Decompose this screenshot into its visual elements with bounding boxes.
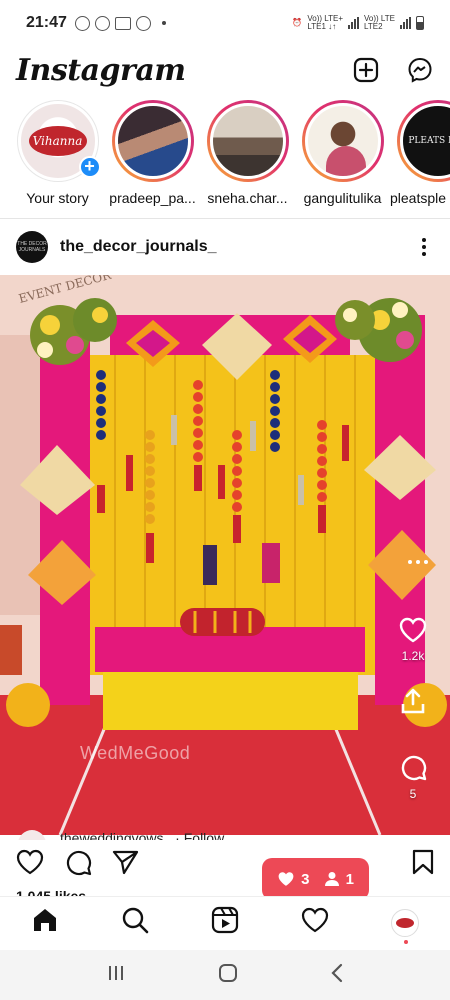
messenger-icon[interactable] bbox=[406, 56, 434, 84]
story-username: gangulitulika bbox=[303, 190, 382, 206]
likes-notification-count: 3 bbox=[301, 870, 310, 888]
avatar bbox=[304, 103, 381, 179]
status-bar: 21:47 ⏰ Vo)) LTE+ LTE1 ↓↑ Vo)) LTE LTE2 bbox=[0, 0, 450, 46]
activity-notification-bubble[interactable]: 3 1 bbox=[262, 858, 369, 907]
like-icon[interactable] bbox=[399, 617, 427, 643]
signal-icon bbox=[400, 17, 411, 29]
profile-avatar[interactable] bbox=[391, 908, 419, 944]
network-label-2: Vo)) LTE LTE2 bbox=[364, 14, 395, 31]
story-ring: Vihanna + bbox=[16, 100, 101, 182]
app-notification-icon bbox=[135, 15, 151, 31]
home-icon[interactable] bbox=[31, 906, 59, 939]
story-ring: PLEATS PLE bbox=[396, 100, 450, 182]
likes-count-text[interactable]: 1,045 likes bbox=[16, 888, 86, 896]
send-icon[interactable] bbox=[112, 849, 140, 880]
story-own[interactable]: Vihanna + Your story bbox=[10, 100, 105, 216]
story-item[interactable]: sneha.char... bbox=[200, 100, 295, 216]
post-meta-text: theweddingvows_ · Follow bbox=[60, 830, 225, 840]
system-indicators: ⏰ Vo)) LTE+ LTE1 ↓↑ Vo)) LTE LTE2 bbox=[292, 15, 424, 31]
person-icon bbox=[324, 872, 339, 886]
notification-icons bbox=[74, 15, 166, 31]
search-icon[interactable] bbox=[121, 906, 149, 939]
comment-icon[interactable] bbox=[399, 753, 427, 781]
story-username: pleatsple bbox=[390, 190, 447, 206]
share-icon[interactable] bbox=[399, 687, 427, 715]
home-button-icon[interactable] bbox=[218, 963, 238, 988]
story-item[interactable]: PLEATS PLE pleatsple bbox=[390, 100, 450, 216]
heart-filled-icon bbox=[278, 872, 294, 886]
post-author-username[interactable]: the_decor_journals_ bbox=[60, 238, 217, 256]
back-icon[interactable] bbox=[330, 963, 344, 988]
like-count: 1.2k bbox=[401, 649, 425, 663]
system-navigation-bar bbox=[0, 950, 450, 1000]
post-image[interactable]: EVENT DECOR WedMeGood 1.2k 5 bbox=[0, 275, 450, 835]
follows-notification-count: 1 bbox=[345, 870, 354, 888]
new-post-icon[interactable] bbox=[352, 56, 380, 84]
reel-side-actions: 1.2k 5 bbox=[390, 617, 436, 819]
bottom-navigation bbox=[0, 896, 450, 948]
signal-icon bbox=[348, 17, 360, 29]
recent-apps-icon[interactable] bbox=[106, 964, 126, 987]
story-username: pradeep_pa... bbox=[109, 190, 196, 206]
divider bbox=[0, 218, 450, 219]
battery-icon bbox=[416, 16, 424, 30]
reels-icon[interactable] bbox=[211, 906, 239, 939]
story-item[interactable]: gangulitulika bbox=[295, 100, 390, 216]
avatar bbox=[18, 830, 46, 840]
activity-icon[interactable] bbox=[301, 907, 329, 938]
story-ring bbox=[301, 100, 384, 182]
post-options-icon[interactable] bbox=[422, 238, 434, 256]
avatar bbox=[114, 103, 191, 179]
clock: 21:47 bbox=[26, 14, 67, 31]
watermark: WedMeGood bbox=[80, 743, 191, 763]
network-label-1: Vo)) LTE+ LTE1 ↓↑ bbox=[307, 14, 344, 31]
comment-icon[interactable] bbox=[64, 848, 92, 881]
post-author-avatar[interactable]: THE DECOR JOURNALS bbox=[16, 231, 48, 263]
add-story-icon[interactable]: + bbox=[78, 156, 101, 178]
avatar bbox=[209, 103, 286, 179]
avatar: PLEATS PLE bbox=[399, 103, 450, 179]
reel-options-icon[interactable] bbox=[408, 560, 428, 564]
instagram-logo[interactable]: Instagram bbox=[16, 53, 186, 88]
app-notification-icon bbox=[94, 15, 110, 31]
post-header: THE DECOR JOURNALS the_decor_journals_ bbox=[0, 226, 450, 268]
comment-count: 5 bbox=[409, 787, 417, 801]
bookmark-icon[interactable] bbox=[412, 849, 434, 880]
alarm-icon: ⏰ bbox=[292, 18, 303, 27]
app-notification-icon bbox=[74, 15, 90, 31]
post-meta-row: theweddingvows_ · Follow bbox=[0, 828, 450, 840]
stories-tray: Vihanna + Your story pradeep_pa... sneha… bbox=[0, 100, 450, 216]
story-item[interactable]: pradeep_pa... bbox=[105, 100, 200, 216]
story-ring bbox=[111, 100, 194, 182]
like-icon[interactable] bbox=[16, 849, 44, 880]
story-username: sneha.char... bbox=[207, 190, 288, 206]
story-username: Your story bbox=[26, 190, 89, 206]
app-header: Instagram bbox=[0, 46, 450, 94]
app-notification-icon bbox=[114, 16, 131, 30]
more-notifications-dot bbox=[161, 21, 166, 25]
story-ring bbox=[206, 100, 289, 182]
post-actions bbox=[0, 846, 450, 882]
